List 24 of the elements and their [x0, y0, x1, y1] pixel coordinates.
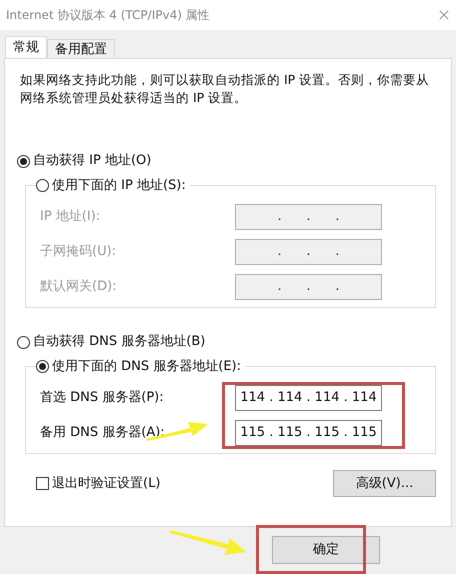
- field-label: 子网掩码(U):: [40, 242, 116, 261]
- ip-address-field[interactable]: 115 . 115 . 115 . 115: [235, 420, 382, 446]
- radio-button[interactable]: [36, 360, 49, 374]
- ok-button[interactable]: 确定: [272, 536, 380, 564]
- advanced-button[interactable]: 高级(V)...: [333, 470, 436, 497]
- window-title: Internet 协议版本 4 (TCP/IPv4) 属性: [6, 7, 210, 24]
- tab[interactable]: 常规: [5, 36, 47, 58]
- checkbox-label: 退出时验证设置(L): [52, 474, 160, 493]
- field-label: IP 地址(I):: [40, 208, 100, 226]
- field-label: 首选 DNS 服务器(P):: [40, 388, 164, 407]
- ip-address-field[interactable]: 114 . 114 . 114 . 114: [235, 384, 382, 410]
- radio-button[interactable]: [36, 179, 49, 192]
- radio-label: 使用下面的 IP 地址(S):: [52, 177, 186, 195]
- radio-label: 使用下面的 DNS 服务器地址(E):: [52, 358, 241, 376]
- radio-label: 自动获得 DNS 服务器地址(B): [33, 333, 206, 352]
- field-label: 备用 DNS 服务器(A):: [40, 424, 165, 442]
- radio-label: 自动获得 IP 地址(O): [33, 152, 152, 170]
- checkbox[interactable]: [36, 477, 49, 490]
- tab[interactable]: 备用配置: [47, 39, 115, 58]
- description-text: 如果网络支持此功能，则可以获取自动指派的 IP 设置。否则，你需要从网络系统管理员处获得适当的 IP 设置。: [20, 71, 430, 107]
- arrow-icon: [170, 527, 246, 557]
- radio-button[interactable]: [17, 336, 30, 348]
- field-label: 默认网关(D):: [40, 278, 117, 296]
- radio-button[interactable]: [17, 154, 30, 168]
